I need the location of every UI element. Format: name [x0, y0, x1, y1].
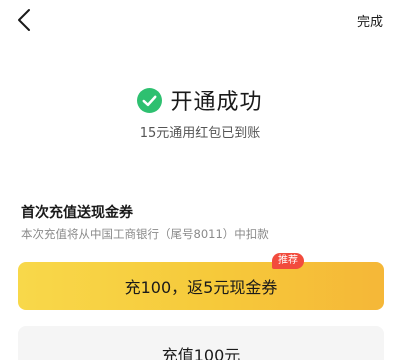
recharge-option-label: 充100，返5元现金券 [124, 278, 278, 297]
done-button[interactable]: 完成 [357, 11, 383, 30]
recharge-success-screen: 完成 开通成功 15元通用红包已到账 首次充值送现金券 本次充值将从中国工商银行… [0, 0, 400, 360]
recharge-option-recommended[interactable]: 充100，返5元现金券 推荐 [18, 253, 384, 310]
recharge-section-desc: 本次充值将从中国工商银行（尾号8011）中扣款 [21, 227, 269, 241]
back-button[interactable] [14, 7, 36, 33]
recommend-badge: 推荐 [272, 253, 304, 269]
nav-bar: 完成 [0, 0, 400, 40]
check-circle-icon [137, 87, 163, 113]
recharge-option-label: 充值100元 [161, 346, 241, 360]
recharge-option-plain[interactable]: 充值100元 [18, 326, 384, 360]
success-subtitle: 15元通用红包已到账 [139, 126, 261, 141]
recharge-section-title: 首次充值送现金券 [21, 205, 133, 221]
chevron-left-icon [18, 9, 30, 31]
success-header: 开通成功 [0, 84, 400, 116]
success-title: 开通成功 [170, 90, 263, 115]
